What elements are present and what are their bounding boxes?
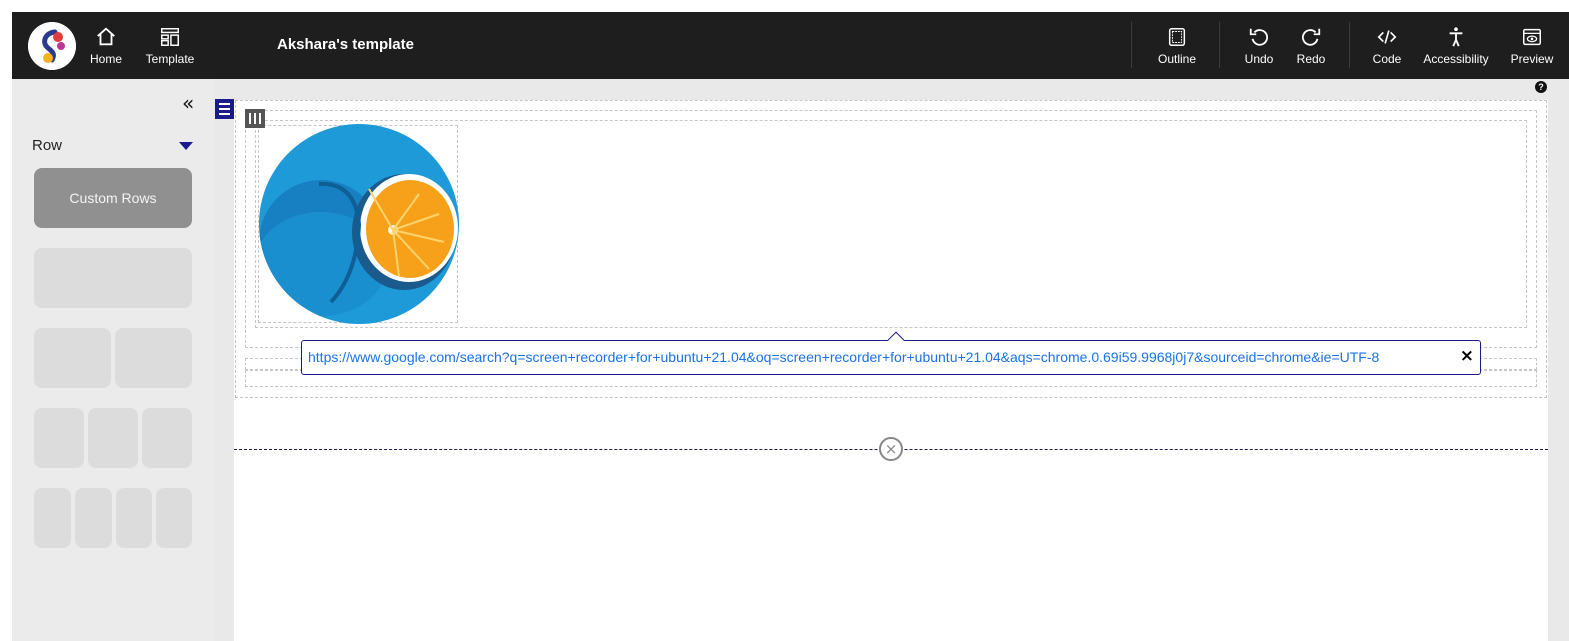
layout-3-column-cell[interactable] <box>34 408 84 468</box>
undo-label: Undo <box>1244 51 1274 66</box>
layout-4-column-cell[interactable] <box>75 488 112 548</box>
blue-orange-image <box>259 124 459 324</box>
accessibility-label: Accessibility <box>1423 51 1489 66</box>
home-button[interactable]: Home <box>86 12 126 79</box>
preview-label: Preview <box>1510 51 1554 66</box>
page-title: Akshara's template <box>277 36 414 53</box>
toolbar-divider <box>1131 22 1132 68</box>
logo-icon <box>28 22 76 70</box>
template-label: Template <box>145 51 195 66</box>
layout-2-column-cell[interactable] <box>115 328 192 388</box>
custom-rows-button[interactable]: Custom Rows <box>34 168 192 228</box>
outline-button[interactable]: Outline <box>1152 12 1202 79</box>
help-icon[interactable]: ? <box>1535 81 1547 93</box>
sidebar: « Row Custom Rows <box>12 79 214 641</box>
preview-button[interactable]: Preview <box>1510 12 1554 79</box>
layout-3-column-cell[interactable] <box>142 408 192 468</box>
chevron-down-icon[interactable] <box>179 142 193 150</box>
layout-4-column-cell[interactable] <box>34 488 71 548</box>
toolbar-divider <box>1219 22 1220 68</box>
layout-4-column-cell[interactable] <box>156 488 192 548</box>
link-popover: https://www.google.com/search?q=screen+r… <box>301 331 1481 375</box>
window-top-strip <box>0 0 1569 12</box>
template-button[interactable]: Template <box>142 12 198 79</box>
outline-icon <box>1168 27 1186 46</box>
preview-icon <box>1523 28 1541 45</box>
close-icon[interactable]: × <box>1460 346 1474 366</box>
row-columns-icon[interactable] <box>245 109 265 128</box>
undo-icon <box>1249 28 1269 46</box>
orange-image[interactable] <box>259 124 459 324</box>
redo-button[interactable]: Redo <box>1294 12 1328 79</box>
home-label: Home <box>89 51 122 66</box>
outline-label: Outline <box>1157 51 1197 66</box>
remove-divider-icon[interactable]: × <box>879 437 903 461</box>
accessibility-icon <box>1449 26 1463 47</box>
accessibility-button[interactable]: Accessibility <box>1422 12 1490 79</box>
app-logo[interactable] <box>28 22 76 70</box>
undo-button[interactable]: Undo <box>1242 12 1276 79</box>
code-icon <box>1377 29 1397 44</box>
code-button[interactable]: Code <box>1370 12 1404 79</box>
layout-1-column[interactable] <box>34 248 192 308</box>
section-menu-icon[interactable] <box>215 99 234 119</box>
link-url[interactable]: https://www.google.com/search?q=screen+r… <box>308 349 1379 365</box>
row-section-label: Row <box>32 137 63 154</box>
redo-label: Redo <box>1296 51 1326 66</box>
home-icon <box>97 27 115 45</box>
layout-3-column-cell[interactable] <box>88 408 138 468</box>
layout-2-column-cell[interactable] <box>34 328 111 388</box>
collapse-sidebar-icon[interactable]: « <box>182 91 194 115</box>
code-label: Code <box>1372 51 1402 66</box>
top-toolbar: Home Template Akshara's template Outline… <box>12 12 1569 79</box>
toolbar-divider <box>1349 22 1350 68</box>
template-icon <box>161 27 179 46</box>
redo-icon <box>1301 28 1321 46</box>
layout-4-column-cell[interactable] <box>116 488 152 548</box>
